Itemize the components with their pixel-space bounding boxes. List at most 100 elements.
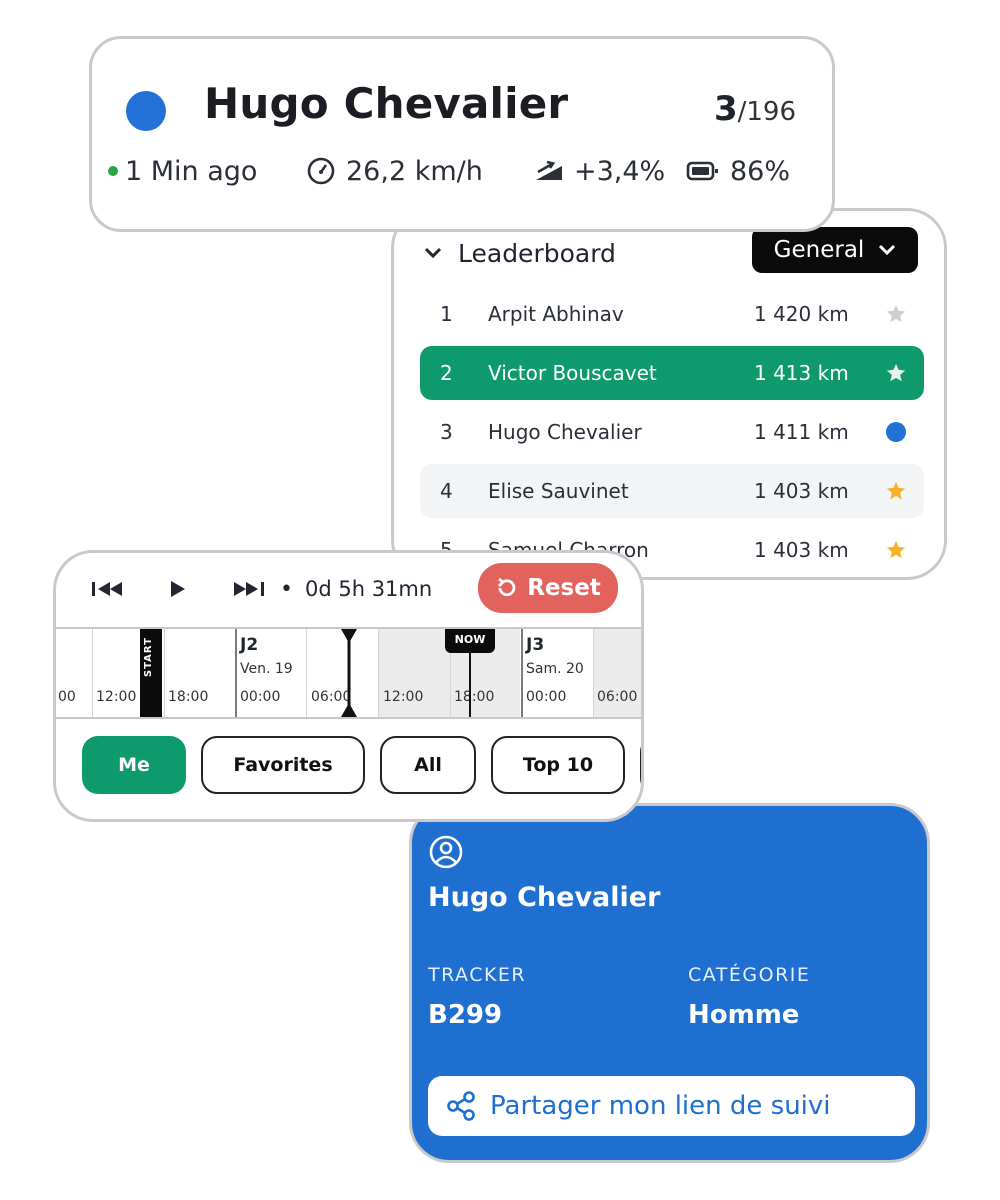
row-name: Victor Bouscavet	[488, 361, 657, 385]
row-position: 4	[440, 479, 453, 503]
play-button[interactable]	[168, 579, 188, 599]
leaderboard-title: Leaderboard	[458, 238, 616, 268]
rank-total: /196	[737, 97, 796, 127]
now-marker: NOW	[445, 629, 495, 653]
battery-icon	[686, 159, 730, 183]
skip-back-button[interactable]	[90, 579, 130, 599]
leaderboard-card: Leaderboard General 1 Arpit Abhinav 1 42…	[391, 208, 947, 580]
category-label: CATÉGORIE	[688, 964, 811, 986]
slope-text: +3,4%	[574, 155, 666, 187]
leaderboard-row[interactable]: 3 Hugo Chevalier 1 411 km	[420, 405, 924, 459]
play-icon	[171, 581, 185, 597]
rank-value: 3	[713, 89, 738, 129]
leaderboard-row-highlighted[interactable]: 2 Victor Bouscavet 1 413 km	[420, 346, 924, 400]
filter-chip-more[interactable]	[640, 736, 641, 794]
row-distance: 1 420 km	[754, 302, 849, 326]
last-seen: 1 Min ago	[108, 156, 284, 187]
row-name: Arpit Abhinav	[488, 302, 624, 326]
elapsed-time: 0d 5h 31mn	[304, 577, 433, 601]
filter-label: General	[773, 237, 865, 263]
playback-controls: • 0d 5h 31mn	[90, 573, 432, 605]
filter-chip-all[interactable]: All	[380, 736, 476, 794]
time-tick: 00	[58, 689, 76, 705]
timeline-gridline	[378, 629, 379, 717]
rider-color-dot	[126, 91, 166, 131]
reset-button[interactable]: Reset	[478, 563, 618, 613]
timeline-gridline	[593, 629, 594, 717]
rider-metrics: 1 Min ago 26,2 km/h +3,4% 86%	[108, 151, 816, 191]
speedometer-icon	[306, 156, 346, 186]
leaderboard-row[interactable]: 4 Elise Sauvinet 1 403 km	[420, 464, 924, 518]
timeline-gridline	[306, 629, 307, 717]
filter-chip-me[interactable]: Me	[82, 736, 186, 794]
row-distance: 1 411 km	[754, 420, 849, 444]
chevron-down-icon	[864, 244, 896, 256]
timeline-gridline	[92, 629, 93, 717]
timeline-track[interactable]: START 00 12:00 18:00 00:00 06:00 12:00 1…	[56, 627, 641, 719]
row-position: 1	[440, 302, 453, 326]
day-label: J3	[526, 635, 545, 655]
time-tick: 12:00	[96, 689, 137, 705]
row-distance: 1 403 km	[754, 479, 849, 503]
tracker-value: B299	[428, 1000, 503, 1030]
day-date: Sam. 20	[526, 661, 584, 677]
favorite-star-icon[interactable]	[876, 362, 916, 384]
category-value: Homme	[688, 1000, 800, 1030]
time-tick: 18:00	[168, 689, 209, 705]
user-circle-icon	[428, 834, 464, 874]
playhead-handle[interactable]	[339, 629, 359, 717]
filter-chip-top10[interactable]: Top 10	[491, 736, 625, 794]
timeline-day-divider	[235, 629, 237, 717]
favorite-star-icon[interactable]	[876, 539, 916, 561]
online-dot-icon	[108, 166, 118, 176]
row-name: Hugo Chevalier	[488, 420, 642, 444]
filter-chip-favorites[interactable]: Favorites	[201, 736, 365, 794]
reset-label: Reset	[527, 575, 601, 601]
skip-forward-icon	[234, 582, 264, 596]
timeline-day-divider	[521, 629, 523, 717]
row-name: Elise Sauvinet	[488, 479, 629, 503]
time-tick: 18:00	[454, 689, 495, 705]
slope: +3,4%	[534, 156, 680, 187]
skip-forward-button[interactable]	[226, 579, 266, 599]
profile-card: Hugo Chevalier TRACKER B299 CATÉGORIE Ho…	[409, 803, 930, 1163]
row-position: 2	[440, 361, 453, 385]
row-distance: 1 403 km	[754, 538, 849, 562]
tracker-label: TRACKER	[428, 964, 527, 986]
time-tick: 00:00	[240, 689, 281, 705]
speed-text: 26,2 km/h	[346, 155, 483, 187]
battery-text: 86%	[730, 155, 791, 187]
share-tracking-link-button[interactable]: Partager mon lien de suivi	[428, 1076, 915, 1136]
row-distance: 1 413 km	[754, 361, 849, 385]
rider-rank: 3/196	[714, 89, 796, 129]
time-tick: 12:00	[383, 689, 424, 705]
battery: 86%	[686, 156, 806, 187]
timeline-card: • 0d 5h 31mn Reset START 00 12:00 18:00 …	[53, 550, 644, 822]
rider-filter-chips: Me Favorites All Top 10	[82, 735, 641, 795]
rider-name: Hugo Chevalier	[204, 79, 569, 128]
time-tick: 00:00	[526, 689, 567, 705]
favorite-star-icon[interactable]	[876, 480, 916, 502]
row-position: 3	[440, 420, 453, 444]
leaderboard-filter-select[interactable]: General	[752, 227, 918, 273]
leaderboard-row[interactable]: 1 Arpit Abhinav 1 420 km	[420, 287, 924, 341]
day-label: J2	[240, 635, 259, 655]
speed: 26,2 km/h	[306, 156, 528, 187]
now-line	[469, 651, 471, 717]
share-icon	[428, 1089, 490, 1123]
favorite-star-icon[interactable]	[876, 303, 916, 325]
start-marker: START	[140, 629, 162, 717]
last-seen-text: 1 Min ago	[125, 155, 258, 187]
reset-icon	[495, 577, 527, 599]
slope-icon	[534, 158, 574, 184]
rider-status-card: Hugo Chevalier 3/196 1 Min ago 26,2 km/h…	[89, 36, 835, 232]
chevron-down-icon	[424, 247, 458, 259]
separator-dot: •	[280, 576, 293, 602]
skip-back-icon	[92, 582, 122, 596]
share-label: Partager mon lien de suivi	[490, 1091, 831, 1121]
start-label: START	[143, 637, 154, 678]
rider-dot-icon	[876, 421, 916, 443]
leaderboard-toggle[interactable]: Leaderboard	[424, 233, 616, 273]
profile-name: Hugo Chevalier	[428, 882, 661, 913]
day-date: Ven. 19	[240, 661, 293, 677]
